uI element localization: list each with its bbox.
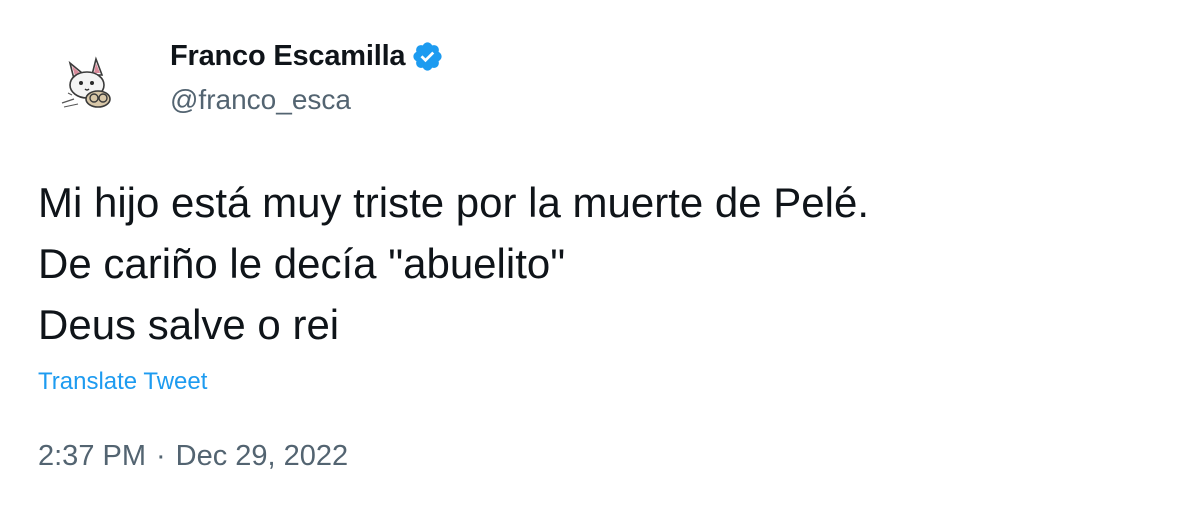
tweet-text-line: De cariño le decía "abuelito" xyxy=(38,240,566,287)
meta-separator: · xyxy=(156,440,166,472)
tweet-card: Franco Escamilla @franco_esca Mi hijo es… xyxy=(0,0,1200,513)
author-name-row[interactable]: Franco Escamilla xyxy=(170,36,444,76)
author-handle[interactable]: @franco_esca xyxy=(170,84,351,116)
tweet-text-line: Deus salve o rei xyxy=(38,301,340,348)
translate-tweet-link[interactable]: Translate Tweet xyxy=(38,368,207,396)
avatar[interactable] xyxy=(40,33,138,131)
tweet-text-line: Mi hijo está muy triste por la muerte de… xyxy=(38,179,870,226)
tweet-text: Mi hijo está muy triste por la muerte de… xyxy=(38,172,1158,355)
verified-badge-icon xyxy=(413,41,442,71)
tweet-timestamp[interactable]: 2:37 PM · Dec 29, 2022 xyxy=(38,440,348,473)
cartoon-cat-avatar-icon xyxy=(61,56,111,108)
author-display-name[interactable]: Franco Escamilla xyxy=(170,40,406,73)
tweet-time[interactable]: 2:37 PM xyxy=(38,440,146,473)
tweet-date[interactable]: Dec 29, 2022 xyxy=(176,440,349,473)
